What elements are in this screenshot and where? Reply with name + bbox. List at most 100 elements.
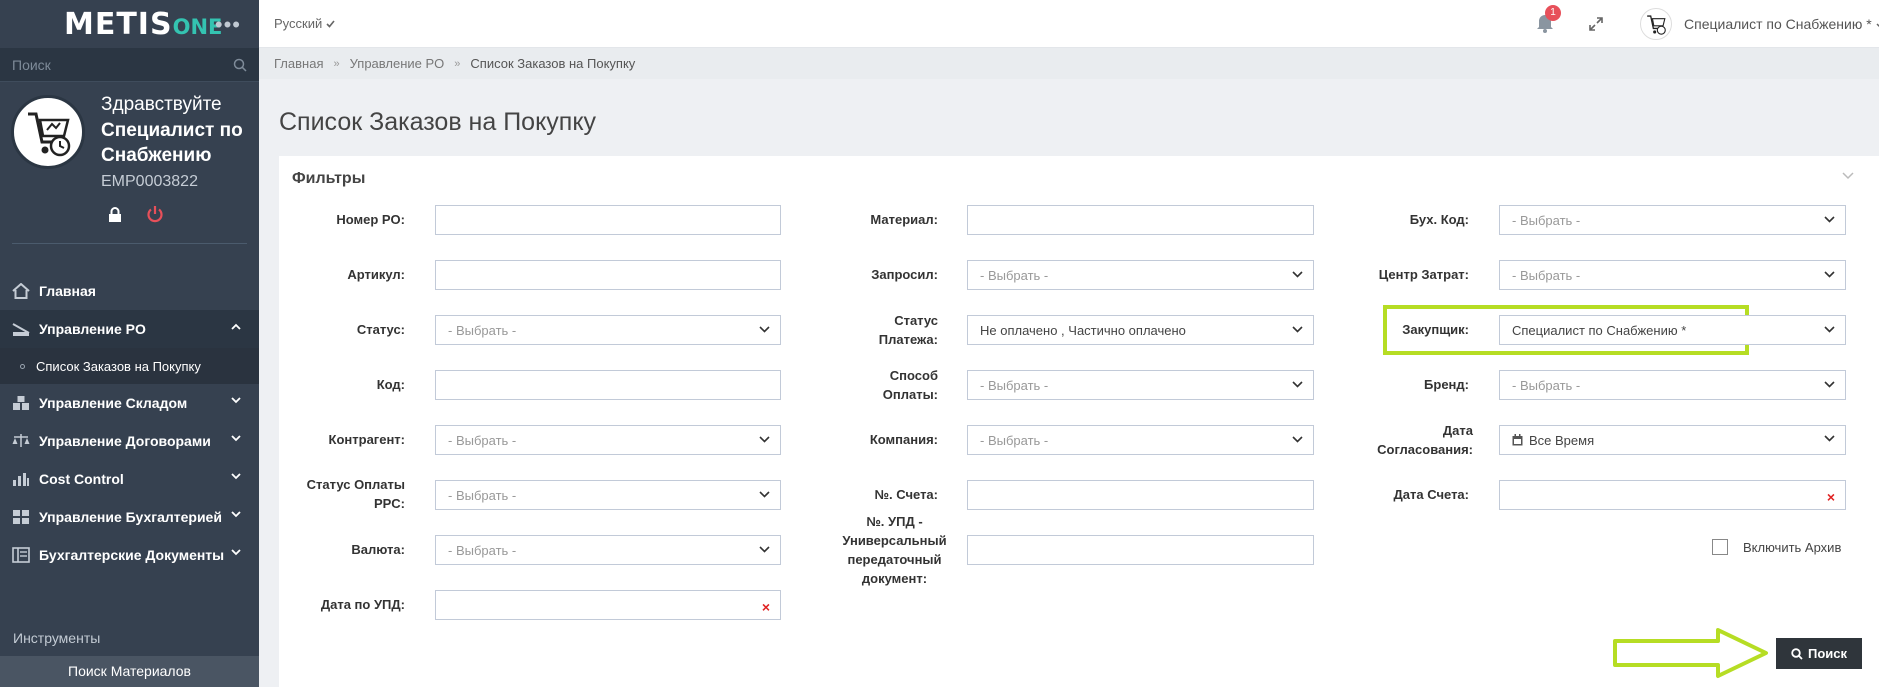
buyer-label: Закупщик: — [1402, 322, 1469, 337]
clear-icon[interactable]: × — [762, 599, 770, 615]
sidebar-item-accounting[interactable]: Управление Бухгалтерией — [0, 498, 259, 536]
chevron-down-icon — [1292, 326, 1303, 333]
check-icon — [326, 20, 335, 28]
buyer-select[interactable]: Специалист по Снабжению * — [1499, 315, 1846, 345]
warehouse-icon — [13, 396, 29, 410]
payment-method-select[interactable]: - Выбрать - — [967, 370, 1314, 400]
cost-center-select[interactable]: - Выбрать - — [1499, 260, 1846, 290]
approval-date-select[interactable]: Все Время — [1499, 425, 1846, 455]
chevron-down-icon — [231, 435, 241, 442]
header-user-menu[interactable]: Специалист по Снабжению * — [1684, 16, 1879, 32]
breadcrumb-separator-icon: » — [333, 57, 340, 70]
po-number-label: Номер PO: — [336, 212, 405, 227]
more-dots-icon[interactable]: ••• — [215, 12, 241, 38]
article-label: Артикул: — [347, 267, 405, 282]
prs-payment-status-label: Статус Оплаты PPC: — [306, 477, 405, 511]
tools-label: Инструменты — [13, 630, 101, 646]
sidebar-item-po[interactable]: Управление PO — [0, 310, 259, 348]
sidebar-item-warehouse[interactable]: Управление Складом — [0, 384, 259, 422]
chevron-down-icon — [231, 397, 241, 404]
sidebar-search-input[interactable] — [12, 56, 233, 73]
language-label: Русский — [274, 16, 323, 31]
sidebar-item-label: Управление Договорами — [39, 433, 211, 449]
material-label: Материал: — [870, 212, 938, 227]
code-input[interactable] — [435, 370, 781, 400]
sidebar-item-accounting-docs[interactable]: Бухгалтерские Документы — [0, 536, 259, 574]
account-code-select[interactable]: - Выбрать - — [1499, 205, 1846, 235]
app-logo[interactable]: METISONE — [64, 7, 222, 42]
po-number-input[interactable] — [435, 205, 781, 235]
field-value: - Выбрать - — [1512, 378, 1581, 393]
currency-select[interactable]: - Выбрать - — [435, 535, 781, 565]
payment-status-label: Статус Платежа: — [878, 313, 938, 347]
calendar-icon — [1512, 434, 1523, 446]
brand-select[interactable]: - Выбрать - — [1499, 370, 1846, 400]
breadcrumb-po[interactable]: Управление PO — [350, 56, 445, 71]
sidebar-search — [0, 48, 259, 82]
counterparty-select[interactable]: - Выбрать - — [435, 425, 781, 455]
accounting-icon — [13, 510, 29, 524]
sidebar-item-cost-control[interactable]: Cost Control — [0, 460, 259, 498]
field-value: - Выбрать - — [1512, 213, 1581, 228]
sidebar-item-home[interactable]: Главная — [0, 272, 259, 310]
chevron-down-icon — [1824, 326, 1835, 333]
counterparty-label: Контрагент: — [328, 432, 405, 447]
payment-status-select[interactable]: Не оплачено , Частично оплачено — [967, 315, 1314, 345]
field-value: Не оплачено , Частично оплачено — [980, 323, 1186, 338]
article-input[interactable] — [435, 260, 781, 290]
invoice-number-input[interactable] — [967, 480, 1314, 510]
include-archive-checkbox[interactable] — [1712, 539, 1728, 555]
sidebar: METISONE ••• Здравствуйте Специалист по … — [0, 0, 259, 687]
arrow-right-annotation-icon — [1613, 628, 1768, 678]
material-input[interactable] — [967, 205, 1314, 235]
field-value: - Выбрать - — [980, 433, 1049, 448]
sidebar-item-label: Бухгалтерские Документы — [39, 547, 225, 563]
search-icon[interactable] — [233, 58, 247, 72]
clear-icon[interactable]: × — [1827, 489, 1835, 505]
material-search-button[interactable]: Поиск Материалов — [0, 656, 259, 687]
chevron-down-icon — [1292, 271, 1303, 278]
sidebar-item-contracts[interactable]: Управление Договорами — [0, 422, 259, 460]
field-value: - Выбрать - — [1512, 268, 1581, 283]
chevron-up-icon — [231, 323, 241, 330]
requested-select[interactable]: - Выбрать - — [967, 260, 1314, 290]
invoice-date-label: Дата Счета: — [1393, 487, 1469, 502]
user-avatar — [11, 95, 85, 169]
fullscreen-icon[interactable] — [1588, 16, 1604, 32]
chevron-down-icon — [759, 326, 770, 333]
field-value: - Выбрать - — [448, 488, 517, 503]
lock-icon[interactable] — [108, 207, 122, 223]
chevron-down-icon — [231, 473, 241, 480]
upd-number-input[interactable] — [967, 535, 1314, 565]
chart-icon — [13, 473, 29, 486]
status-select[interactable]: - Выбрать - — [435, 315, 781, 345]
chevron-down-icon — [1824, 271, 1835, 278]
company-select[interactable]: - Выбрать - — [967, 425, 1314, 455]
field-value: - Выбрать - — [980, 378, 1049, 393]
employee-id: EMP0003822 — [101, 173, 198, 190]
home-icon — [12, 283, 30, 299]
field-value: - Выбрать - — [980, 268, 1049, 283]
field-value: - Выбрать - — [448, 543, 517, 558]
breadcrumb-home[interactable]: Главная — [274, 56, 323, 71]
sidebar-item-label: Управление Складом — [39, 395, 188, 411]
sidebar-item-label: Cost Control — [39, 471, 124, 487]
collapse-chevron-icon[interactable] — [1842, 172, 1854, 180]
power-icon[interactable] — [146, 205, 164, 223]
language-selector[interactable]: Русский — [274, 16, 335, 31]
contract-icon — [12, 434, 30, 447]
upd-date-label: Дата по УПД: — [320, 597, 405, 612]
header-avatar[interactable] — [1640, 8, 1672, 40]
profile-divider — [12, 243, 247, 244]
invoice-date-picker[interactable]: × — [1499, 480, 1846, 510]
logo-bar: METISONE ••• — [0, 0, 259, 48]
sidebar-subitem-po-list[interactable]: Список Заказов на Покупку — [0, 348, 259, 384]
prs-payment-status-select[interactable]: - Выбрать - — [435, 480, 781, 510]
top-header: Русский 1 Специалист по Снабжению * — [259, 0, 1879, 48]
upd-date-picker[interactable]: × — [435, 590, 781, 620]
search-button[interactable]: Поиск — [1776, 638, 1862, 669]
field-value: - Выбрать - — [448, 323, 517, 338]
sidebar-item-label: Управление Бухгалтерией — [39, 509, 222, 525]
sidebar-menu: Главная Управление PO Список Заказов на … — [0, 272, 259, 574]
currency-label: Валюта: — [351, 542, 405, 557]
